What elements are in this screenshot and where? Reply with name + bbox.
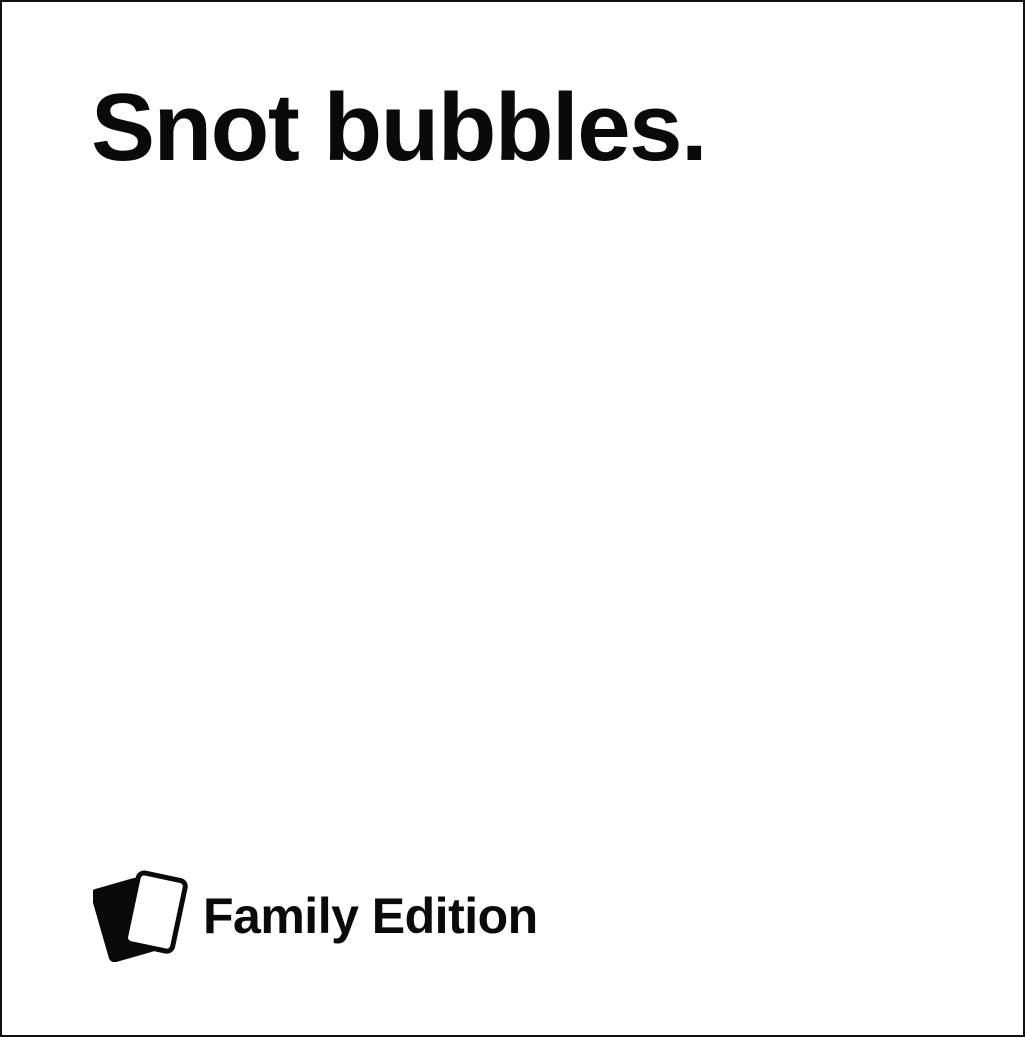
white-card: Snot bubbles. Family Edition xyxy=(0,0,1025,1037)
card-text: Snot bubbles. xyxy=(91,74,708,181)
card-footer: Family Edition xyxy=(93,870,538,962)
edition-label: Family Edition xyxy=(203,888,538,944)
cards-icon xyxy=(93,870,188,962)
